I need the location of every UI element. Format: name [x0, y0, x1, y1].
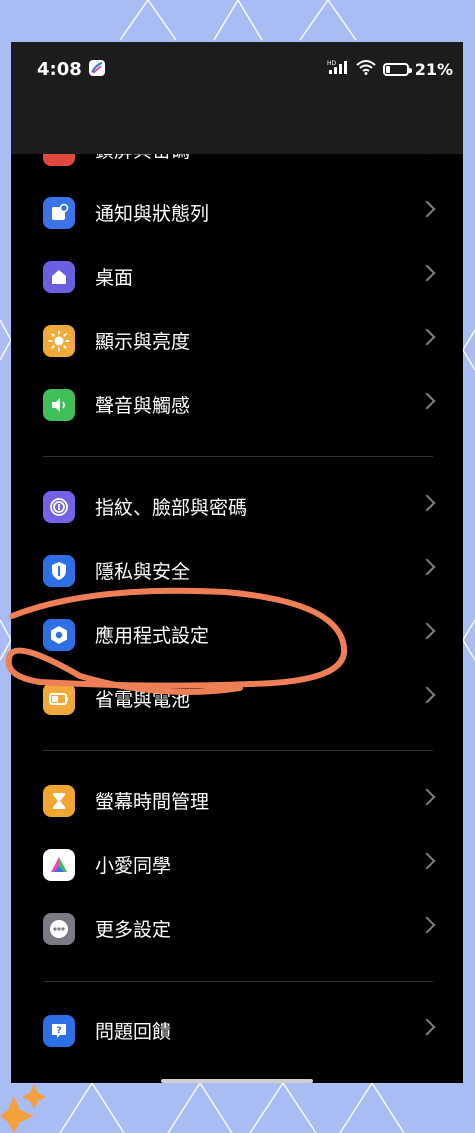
settings-item-label: 螢幕時間管理 [95, 791, 210, 813]
battery-icon [382, 62, 412, 76]
xiaoai-icon [43, 849, 75, 881]
svg-text:?: ? [56, 1026, 61, 1036]
shield-icon [43, 555, 75, 587]
settings-item-label: 問題回饋 [95, 1021, 172, 1043]
sun-icon [43, 325, 75, 357]
signal-icon: HD [327, 59, 349, 79]
notification-icon [43, 197, 75, 229]
chevron-right-icon [418, 1018, 436, 1036]
battery-percent: 21% [414, 59, 453, 79]
hourglass-icon [43, 785, 75, 817]
settings-item-label: 更多設定 [95, 919, 172, 941]
chevron-right-icon [418, 916, 436, 934]
settings-item-xiaoai[interactable]: 小愛同學 [11, 833, 463, 897]
settings-item-label: 桌面 [95, 267, 134, 289]
home-icon [43, 261, 75, 293]
settings-item-screen-time[interactable]: 螢幕時間管理 [11, 769, 463, 833]
chevron-right-icon [418, 494, 436, 512]
settings-item-feedback[interactable]: ? 問題回饋 [11, 999, 463, 1063]
speaker-icon [43, 389, 75, 421]
chevron-right-icon [418, 200, 436, 218]
header-mask [11, 96, 463, 154]
settings-item-fingerprint[interactable]: 指紋、臉部與密碼 [11, 475, 463, 539]
settings-item-home-screen[interactable]: 桌面 [11, 245, 463, 309]
settings-item-more[interactable]: 更多設定 [11, 897, 463, 961]
battery-saver-icon [43, 683, 75, 715]
chevron-right-icon [418, 622, 436, 640]
settings-item-label: 指紋、臉部與密碼 [95, 497, 248, 519]
chevron-right-icon [418, 558, 436, 576]
settings-item-sound[interactable]: 聲音與觸感 [11, 373, 463, 437]
wifi-icon [355, 59, 377, 79]
chevron-right-icon [418, 852, 436, 870]
chevron-right-icon [418, 392, 436, 410]
section-divider [43, 456, 433, 457]
settings-item-label: 省電與電池 [95, 689, 191, 711]
settings-item-display[interactable]: 顯示與亮度 [11, 309, 463, 373]
settings-item-app-settings[interactable]: 應用程式設定 [11, 603, 463, 667]
phone-screen: 4:08 HD 21% 通知與狀態列 桌面 顯示與亮度 聲音與觸感 指紋、臉部與… [11, 42, 463, 1083]
home-indicator [161, 1079, 313, 1083]
app-settings-icon [43, 619, 75, 651]
settings-item-label: 隱私與安全 [95, 561, 191, 583]
status-bar: 4:08 HD 21% [11, 42, 463, 96]
chevron-right-icon [418, 328, 436, 346]
settings-item-label: 通知與狀態列 [95, 203, 210, 225]
settings-item-privacy[interactable]: 隱私與安全 [11, 539, 463, 603]
settings-item-label: 聲音與觸感 [95, 395, 191, 417]
settings-item-label: 小愛同學 [95, 855, 172, 877]
network-label: HD [327, 60, 337, 67]
feedback-icon: ? [43, 1015, 75, 1047]
section-divider [43, 981, 433, 982]
section-divider [43, 750, 433, 751]
settings-item-label: 顯示與亮度 [95, 331, 191, 353]
fingerprint-icon [43, 491, 75, 523]
more-icon [43, 913, 75, 945]
chevron-right-icon [418, 788, 436, 806]
settings-item-label: 應用程式設定 [95, 625, 210, 647]
settings-item-notifications[interactable]: 通知與狀態列 [11, 181, 463, 245]
app-notification-icon [89, 60, 105, 76]
chevron-right-icon [418, 686, 436, 704]
chevron-right-icon [418, 264, 436, 282]
settings-item-battery[interactable]: 省電與電池 [11, 667, 463, 731]
status-time: 4:08 [37, 59, 82, 80]
